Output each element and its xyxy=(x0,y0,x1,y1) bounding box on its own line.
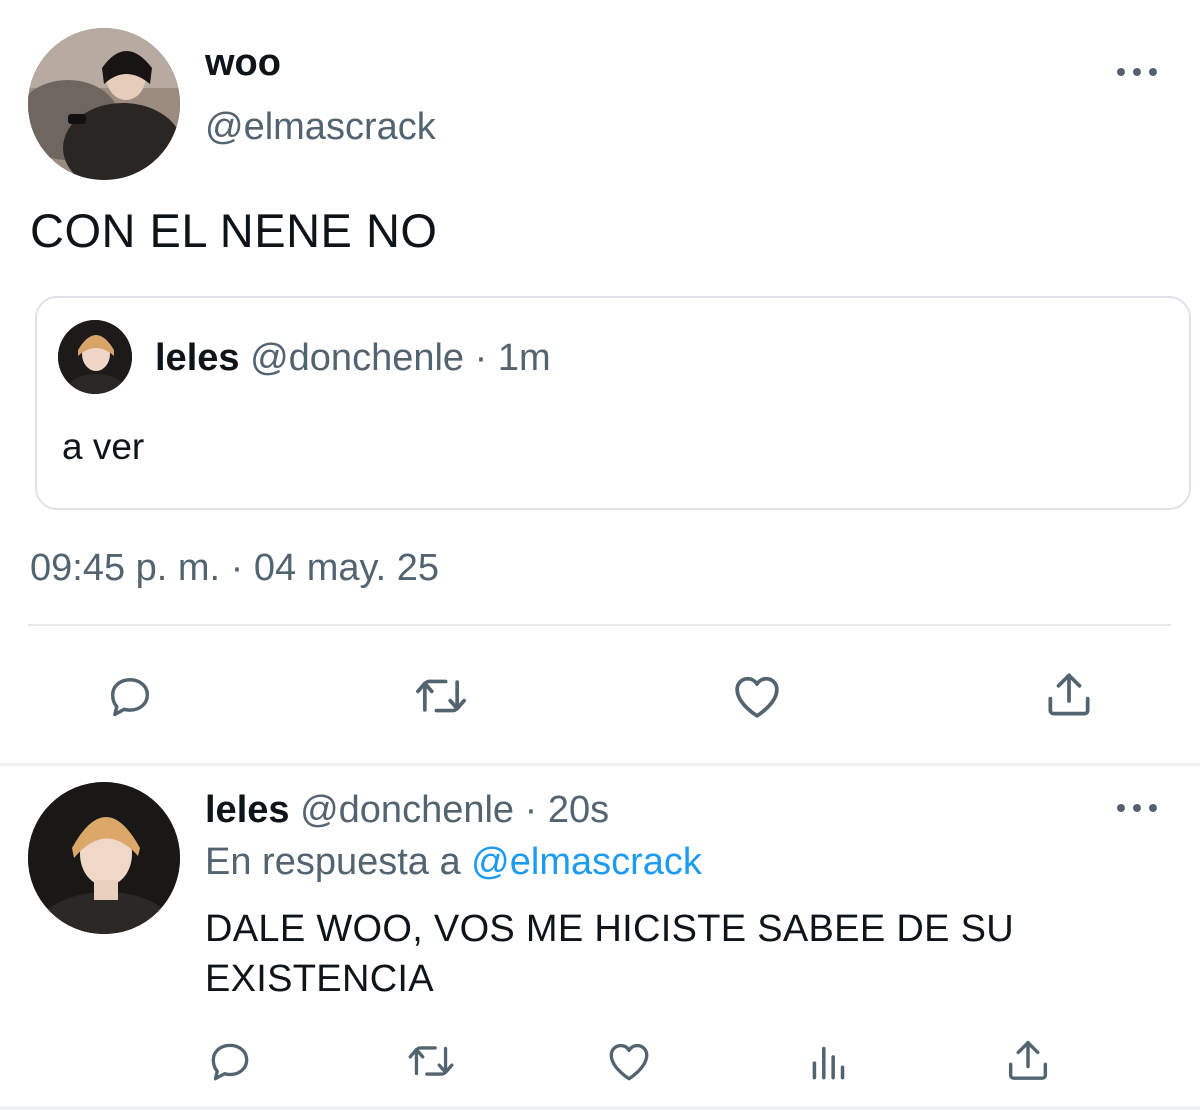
reply-header: leles @donchenle · 20s xyxy=(205,786,609,834)
quoted-author-name: leles xyxy=(155,337,240,379)
quoted-tweet-text: a ver xyxy=(62,426,145,467)
share-icon[interactable] xyxy=(1002,1034,1054,1086)
tweet-text: DALE WOO, VOS ME HICISTE SABEE DE SU EXI… xyxy=(205,908,1014,1000)
reply-to: En respuesta a @elmascrack xyxy=(205,838,702,886)
like-icon[interactable] xyxy=(604,1036,654,1086)
quoted-tweet-card[interactable] xyxy=(35,296,1191,510)
retweet-icon[interactable] xyxy=(411,668,471,724)
author-handle[interactable]: @elmascrack xyxy=(205,104,436,150)
avatar[interactable] xyxy=(28,28,180,180)
reply-to-handle-link[interactable]: @elmascrack xyxy=(471,841,702,883)
views-icon[interactable] xyxy=(806,1036,852,1086)
avatar xyxy=(58,320,132,394)
reply-to-label: En respuesta a xyxy=(205,841,461,883)
quoted-author-meta: @donchenle · 1m xyxy=(250,337,551,379)
divider xyxy=(0,763,1200,766)
more-horizontal-icon[interactable] xyxy=(1117,62,1157,82)
quoted-tweet-header: leles @donchenle · 1m xyxy=(155,334,551,382)
author-name[interactable]: leles xyxy=(205,789,290,831)
like-icon[interactable] xyxy=(729,668,785,724)
divider xyxy=(0,1106,1200,1110)
share-icon[interactable] xyxy=(1041,666,1097,722)
tweet-timestamp[interactable]: 09:45 p. m. · 04 may. 25 xyxy=(30,544,439,592)
more-horizontal-icon[interactable] xyxy=(1117,798,1157,818)
retweet-icon[interactable] xyxy=(404,1036,458,1086)
tweet-text: CON EL NENE NO xyxy=(30,204,438,257)
reply-icon[interactable] xyxy=(205,1036,255,1086)
avatar[interactable] xyxy=(28,782,180,934)
reply-icon[interactable] xyxy=(104,670,156,722)
author-name[interactable]: woo xyxy=(205,40,281,86)
divider xyxy=(28,624,1171,626)
author-meta[interactable]: @donchenle · 20s xyxy=(300,789,609,831)
